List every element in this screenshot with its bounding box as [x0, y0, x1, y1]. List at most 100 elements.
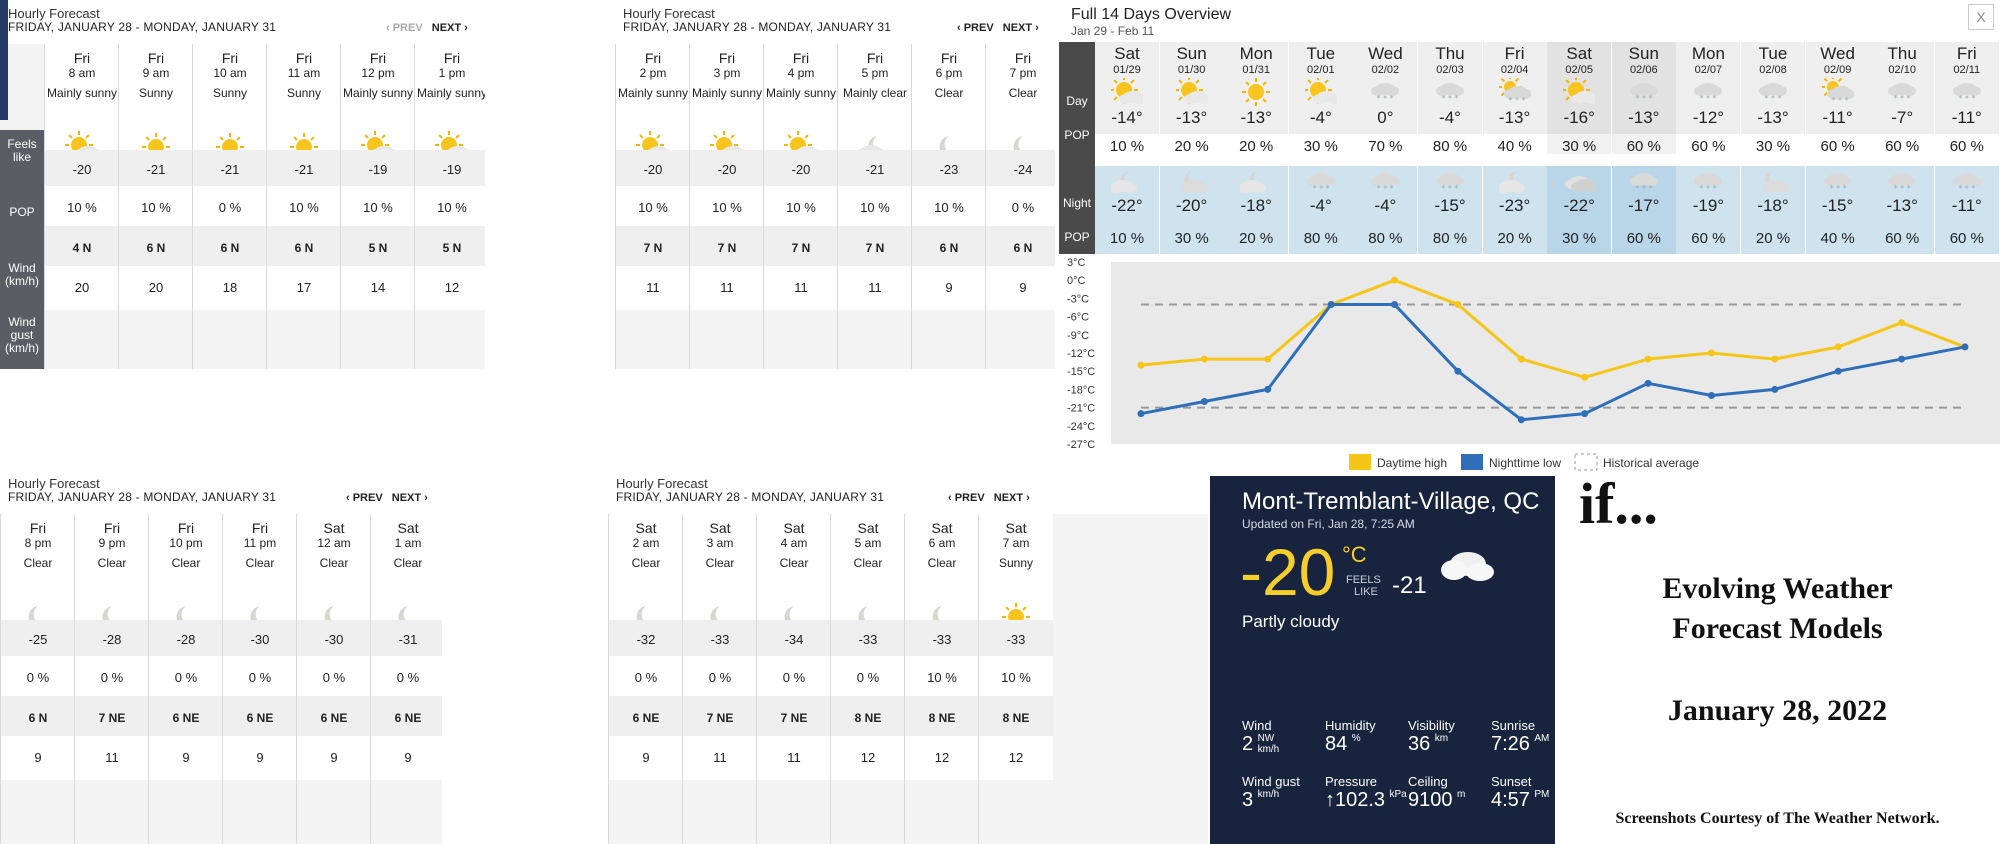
legend-swatch — [1461, 454, 1483, 470]
data-point — [1391, 276, 1399, 284]
day-pop: 20 % — [1174, 138, 1209, 155]
prev-button[interactable]: ‹ PREV — [948, 492, 985, 504]
current-temperature: -20 — [1240, 535, 1336, 609]
prev-button[interactable]: ‹ PREV — [957, 22, 994, 34]
panel-header: Hourly Forecast FRIDAY, JANUARY 28 - MON… — [0, 0, 485, 44]
hour-wind-gust: 9 — [609, 736, 683, 780]
hour-wind-gust: 11 — [764, 266, 838, 310]
day-date: 02/01 — [1307, 64, 1335, 76]
credit-text: Screenshots Courtesy of The Weather Netw… — [1615, 810, 1940, 827]
pop-label: POP — [9, 205, 35, 219]
overview-label-column: Day POP Night POP — [1059, 42, 1095, 254]
legend-swatch — [1349, 454, 1371, 470]
hour-pop: 10 % — [415, 186, 485, 230]
night-pop: 80 % — [1432, 230, 1468, 247]
hour-condition: Clear — [631, 556, 661, 570]
stat-item: Wind 2 NW km/h — [1242, 718, 1325, 756]
hour-column: Fri 8 am Mainly sunny -17° -20 10 % 4 N … — [44, 44, 119, 369]
stat-unit: % — [1352, 733, 1361, 744]
svg-text:* * *: * * * — [1312, 184, 1329, 193]
night-low: -18° — [1240, 196, 1272, 215]
hour-feels-like: -33 — [979, 620, 1053, 660]
snow-icon: * * * — [1628, 78, 1660, 111]
hour-column: Fri 11 am Sunny -16° -21 10 % 6 N 17 — [266, 44, 341, 369]
hour-pop: 10 % — [341, 186, 415, 230]
sun-cloud-icon — [1303, 76, 1341, 111]
hour-time: 8 am — [68, 66, 96, 80]
hour-wind: 8 NE — [979, 696, 1053, 740]
hour-wind-gust: 20 — [119, 266, 193, 310]
panel-header: Hourly Forecast FRIDAY, JANUARY 28 - MON… — [615, 0, 1055, 44]
night-pop: 30 % — [1562, 230, 1597, 247]
hour-column: Sat 12 am Clear -24° -30 0 % 6 NE 9 — [296, 514, 371, 844]
current-conditions: Mont-Tremblant-Village, QC Updated on Fr… — [1210, 476, 1555, 844]
day-date: 02/05 — [1565, 64, 1593, 76]
prev-button[interactable]: ‹ PREV — [346, 492, 383, 504]
hour-wind: 8 NE — [831, 696, 905, 740]
day-date: 01/31 — [1242, 64, 1270, 76]
prev-button[interactable]: ‹ PREV — [386, 22, 423, 34]
night-low: -18° — [1757, 196, 1789, 215]
day-high: -7° — [1891, 108, 1914, 127]
hour-time: 5 am — [854, 536, 882, 550]
snow-icon: * * * — [1886, 78, 1918, 111]
y-tick-label: -27°C — [1067, 439, 1095, 451]
day-pop: 60 % — [1949, 138, 1984, 155]
day-of-week: Sat — [1566, 44, 1592, 63]
data-point — [1898, 355, 1906, 363]
overview-date-range: Jan 29 - Feb 11 — [1071, 24, 1155, 38]
hour-pop: 0 % — [683, 656, 757, 700]
day-date: 02/02 — [1371, 64, 1400, 76]
hour-time: 10 pm — [169, 536, 203, 550]
panel-header: Hourly Forecast FRIDAY, JANUARY 28 - MON… — [608, 470, 1208, 514]
data-point — [1581, 410, 1589, 418]
hour-condition: Mainly clear — [842, 86, 908, 100]
hour-pop: 0 % — [831, 656, 905, 700]
hour-wind: 7 N — [764, 226, 838, 270]
data-point — [1898, 319, 1906, 327]
hour-day: Sat — [931, 520, 953, 536]
day-date: 02/07 — [1694, 64, 1723, 76]
day-pop: 20 % — [1239, 138, 1274, 155]
hour-feels-like: -20 — [690, 150, 764, 190]
day-pop: 30 % — [1755, 138, 1791, 155]
snow-icon: * * * — [1434, 78, 1466, 111]
close-button[interactable]: X — [1968, 4, 1994, 30]
next-button[interactable]: NEXT › — [994, 492, 1030, 504]
day-date: 01/30 — [1177, 64, 1206, 76]
hour-condition: Clear — [23, 556, 53, 570]
data-point — [1771, 385, 1779, 393]
day-high: -11° — [1822, 108, 1853, 127]
hourly-forecast-panel-2: Hourly Forecast FRIDAY, JANUARY 28 - MON… — [615, 0, 1055, 369]
hour-wind-gust: 18 — [193, 266, 267, 310]
hour-wind: 7 N — [838, 226, 912, 270]
day-high: -13° — [1175, 108, 1208, 127]
day-date: 02/06 — [1630, 64, 1658, 76]
day-of-week: Fri — [1504, 44, 1525, 63]
hour-day: Fri — [866, 50, 884, 66]
hour-wind-gust: 9 — [297, 736, 371, 780]
feels-like-label-1: FEELS — [1346, 574, 1381, 586]
data-point — [1834, 343, 1842, 351]
next-button[interactable]: NEXT › — [432, 22, 468, 34]
stat-value: 3 — [1242, 789, 1254, 811]
hour-day: Fri — [369, 50, 387, 66]
day-date: 02/10 — [1888, 64, 1916, 76]
hour-time: 7 am — [1002, 536, 1030, 550]
next-button[interactable]: NEXT › — [392, 492, 428, 504]
y-tick-label: -24°C — [1067, 421, 1095, 433]
svg-text:* * *: * * * — [1958, 184, 1975, 193]
next-button[interactable]: NEXT › — [1003, 22, 1039, 34]
hour-pop: 0 % — [609, 656, 683, 700]
hour-condition: Clear — [1008, 86, 1038, 100]
day-date: 02/11 — [1953, 64, 1981, 76]
day-pop: 80 % — [1432, 138, 1468, 155]
stat-unit-top: PM — [1534, 789, 1550, 800]
hourly-forecast-panel-3: Hourly Forecast FRIDAY, JANUARY 28 - MON… — [0, 470, 442, 844]
hour-time: 4 am — [780, 536, 808, 550]
feels-like-label: Feels like — [7, 137, 37, 164]
day-of-week: Thu — [1887, 44, 1917, 63]
hour-wind: 6 NE — [297, 696, 371, 740]
hour-time: 11 am — [287, 66, 321, 80]
hour-time: 8 pm — [24, 536, 52, 550]
